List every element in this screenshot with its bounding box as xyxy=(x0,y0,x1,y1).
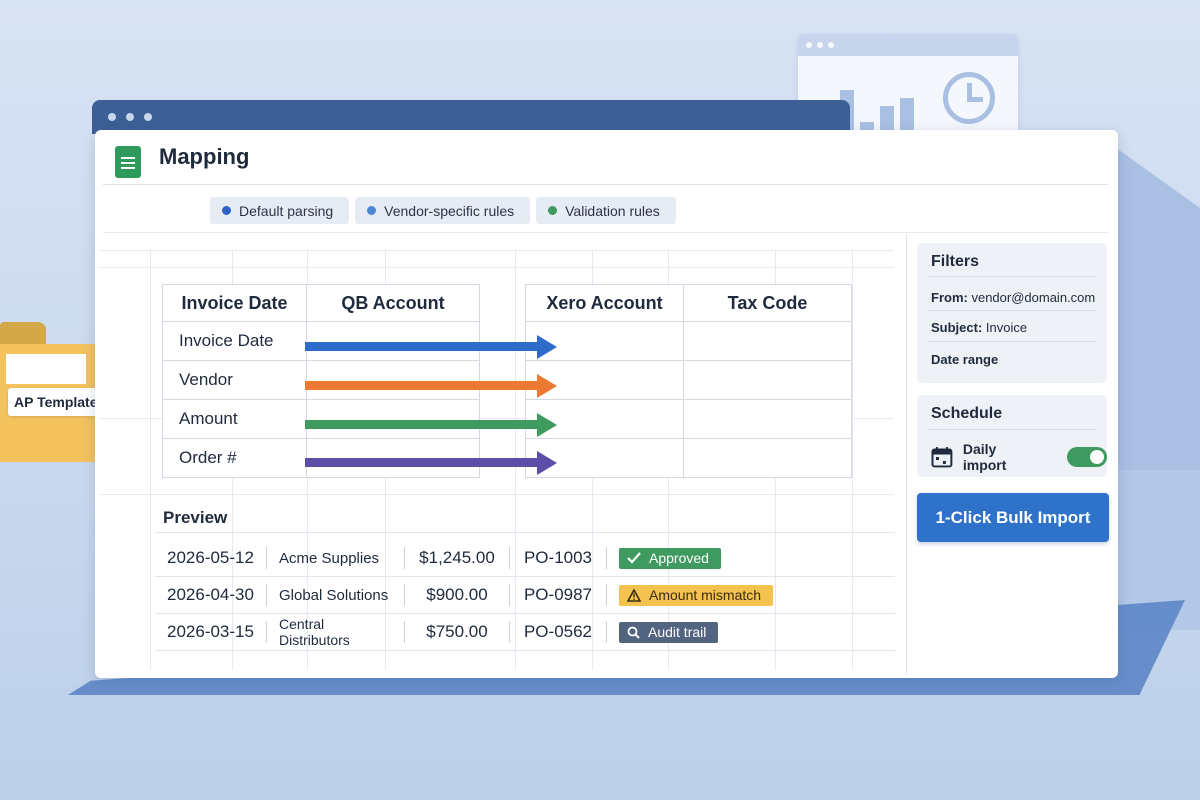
folder-label: AP Template xyxy=(8,388,104,416)
schedule-panel: Schedule Daily import xyxy=(917,395,1107,477)
mapping-arrow-vendor[interactable] xyxy=(305,374,557,398)
status-badge[interactable]: Approved xyxy=(619,547,721,569)
preview-title: Preview xyxy=(163,508,228,527)
target-fields-table: Xero Account Tax Code xyxy=(525,284,852,478)
filter-from[interactable]: From: vendor@domain.com xyxy=(931,290,1095,305)
row-amount: $750.00 xyxy=(405,621,510,643)
row-status: Audit trail xyxy=(607,621,730,643)
preview-row[interactable]: 2026-04-30 Global Solutions $900.00 PO-0… xyxy=(155,577,925,613)
row-date: 2026-04-30 xyxy=(155,584,267,606)
source-field[interactable]: Order # xyxy=(162,438,307,478)
mapping-arrow-invoice-date[interactable] xyxy=(305,335,557,359)
column-header: Tax Code xyxy=(683,284,852,322)
divider xyxy=(927,341,1097,342)
divider xyxy=(103,232,1108,233)
status-badge[interactable]: Audit trail xyxy=(619,621,719,643)
row-status: Amount mismatch xyxy=(607,584,785,606)
row-date: 2026-03-15 xyxy=(155,621,267,643)
divider xyxy=(906,234,907,674)
filter-from-value: vendor@domain.com xyxy=(971,290,1096,305)
row-po: PO-0562 xyxy=(510,621,607,643)
filter-subject[interactable]: Subject: Invoice xyxy=(931,320,1027,335)
row-amount: $1,245.00 xyxy=(405,547,510,569)
divider xyxy=(155,650,895,651)
column-header: QB Account xyxy=(306,284,480,322)
source-field[interactable]: Invoice Date xyxy=(162,321,307,361)
tax-code-cell[interactable] xyxy=(683,360,852,400)
window-titlebar xyxy=(92,100,850,134)
calendar-icon xyxy=(931,447,953,468)
status-label: Audit trail xyxy=(648,624,707,640)
divider xyxy=(927,429,1097,430)
tax-code-cell[interactable] xyxy=(683,399,852,439)
row-po: PO-1003 xyxy=(510,547,607,569)
schedule-title: Schedule xyxy=(931,405,1003,422)
rule-chips: Default parsing Vendor-specific rules Va… xyxy=(210,197,676,224)
divider xyxy=(927,310,1097,311)
column-header: Invoice Date xyxy=(162,284,307,322)
status-label: Approved xyxy=(649,550,709,566)
search-icon xyxy=(627,626,640,639)
chip-label: Vendor-specific rules xyxy=(384,202,515,219)
bulk-import-button[interactable]: 1-Click Bulk Import xyxy=(917,493,1109,542)
qb-account-cell[interactable] xyxy=(306,399,480,439)
filter-from-label: From: xyxy=(931,290,968,305)
status-label: Amount mismatch xyxy=(649,587,762,603)
filter-subject-value: Invoice xyxy=(985,320,1028,335)
mapping-window: Mapping Default parsing Vendor-specific … xyxy=(95,130,1118,678)
schedule-option-label: Daily import xyxy=(962,441,1007,473)
chip-label: Default parsing xyxy=(239,202,334,219)
chip-dot xyxy=(222,206,231,215)
source-field[interactable]: Amount xyxy=(162,399,307,439)
divider xyxy=(927,276,1097,277)
row-amount: $900.00 xyxy=(405,584,510,606)
divider xyxy=(103,184,1108,185)
chip-vendor-rules[interactable]: Vendor-specific rules xyxy=(355,197,531,224)
row-status: Approved xyxy=(607,547,733,569)
daily-import-toggle[interactable] xyxy=(1067,447,1107,467)
preview-row[interactable]: 2026-05-12 Acme Supplies $1,245.00 PO-10… xyxy=(155,540,925,576)
divider xyxy=(155,532,895,533)
qb-account-cell[interactable] xyxy=(306,321,480,361)
schedule-option: Daily import xyxy=(931,441,1107,473)
warning-icon xyxy=(627,588,641,602)
tax-code-cell[interactable] xyxy=(683,438,852,478)
filters-title: Filters xyxy=(931,253,980,270)
spreadsheet-icon xyxy=(115,146,141,178)
status-badge[interactable]: Amount mismatch xyxy=(619,584,774,606)
chip-default-parsing[interactable]: Default parsing xyxy=(210,197,350,224)
row-vendor: Central Distributors xyxy=(267,616,405,648)
background-shape xyxy=(1105,140,1200,480)
column-header: Xero Account xyxy=(525,284,684,322)
chip-dot xyxy=(367,206,377,215)
mapping-arrow-order[interactable] xyxy=(305,451,557,475)
clock-icon xyxy=(943,72,995,124)
source-field[interactable]: Vendor xyxy=(162,360,307,400)
row-vendor: Acme Supplies xyxy=(267,547,405,569)
row-vendor: Global Solutions xyxy=(267,584,405,606)
row-date: 2026-05-12 xyxy=(155,547,267,569)
chip-dot xyxy=(548,206,558,215)
qb-account-cell[interactable] xyxy=(306,360,480,400)
mapping-arrow-amount[interactable] xyxy=(305,413,557,437)
filters-panel: Filters From: vendor@domain.com Subject:… xyxy=(917,243,1107,383)
grid-line xyxy=(150,250,151,670)
analytics-window-titlebar xyxy=(798,34,1018,56)
chip-validation-rules[interactable]: Validation rules xyxy=(536,197,676,224)
filter-date-range[interactable]: Date range xyxy=(931,352,998,367)
row-po: PO-0987 xyxy=(510,584,607,606)
preview-row[interactable]: 2026-03-15 Central Distributors $750.00 … xyxy=(155,614,925,650)
page-title: Mapping xyxy=(159,144,250,169)
filter-subject-label: Subject: xyxy=(931,320,983,335)
chip-label: Validation rules xyxy=(565,202,660,219)
tax-code-cell[interactable] xyxy=(683,321,852,361)
check-icon xyxy=(627,552,641,564)
